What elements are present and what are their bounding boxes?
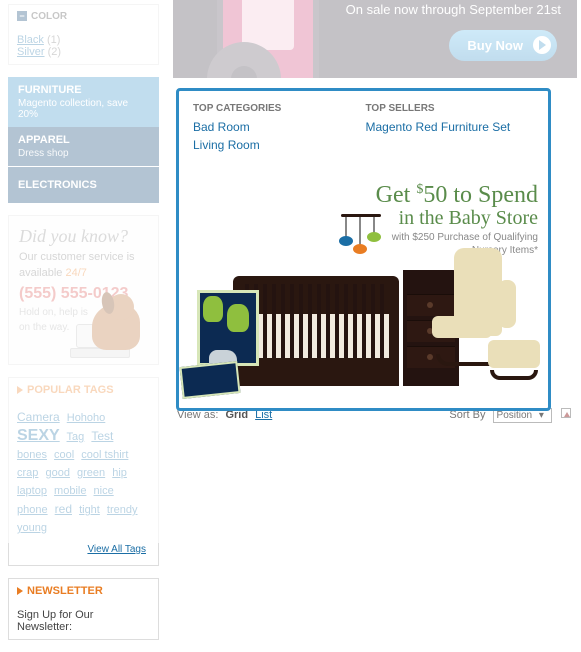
did-you-know-block: Did you know? Our customer service is av… [8,215,159,365]
dyk-247: 24/7 [65,267,86,279]
category-link-living-room[interactable]: Living Room [193,138,366,152]
tag-link[interactable]: cool [54,449,74,461]
tag-link[interactable]: green [77,467,105,479]
filter-item-black[interactable]: Black [17,34,44,46]
nav-apparel[interactable]: APPAREL Dress shop [8,127,159,166]
tag-link[interactable]: Tag [67,431,85,443]
tag-link[interactable]: phone [17,504,48,516]
dog-image [74,290,154,360]
filter-item-silver[interactable]: Silver [17,46,45,58]
nav-electronics-title: ELECTRONICS [18,179,149,191]
filter-count: (2) [48,46,61,58]
filter-color-header: COLOR [31,11,67,22]
promo-h2: in the Baby Store [376,207,538,230]
hero-banner: On sale now through September 21st Buy N… [173,0,577,78]
tag-link[interactable]: mobile [54,485,86,497]
category-nav: FURNITURE Magento collection, save 20% A… [8,77,159,203]
tag-link[interactable]: Camera [17,410,60,424]
tag-link[interactable]: laptop [17,485,47,497]
newsletter-line: Sign Up for Our Newsletter: [9,603,158,639]
tag-link[interactable]: nice [94,485,114,497]
baby-store-promo[interactable]: Get $50 to Spend in the Baby Store with … [187,170,540,400]
seller-link-magento-red[interactable]: Magento Red Furniture Set [366,120,539,134]
newsletter-header: NEWSLETTER [27,585,103,597]
category-link-bad-room[interactable]: Bad Room [193,120,366,134]
filter-color-block: −COLOR Black (1) Silver (2) [8,4,159,65]
nav-furniture-sub: Magento collection, save 20% [18,98,149,120]
tag-link[interactable]: red [55,502,72,516]
popular-tags-header: POPULAR TAGS [27,384,114,396]
tag-link[interactable]: cool tshirt [81,449,128,461]
tag-link[interactable]: tight [79,504,100,516]
popular-tags-block: POPULAR TAGS Camera Hohoho SEXY Tag Test… [8,377,159,566]
arrow-icon [17,587,23,595]
dyk-available: available [19,267,65,279]
glider-chair-image [418,236,536,386]
nav-apparel-title: APPAREL [18,134,149,146]
newsletter-block: NEWSLETTER Sign Up for Our Newsletter: [8,578,159,640]
sort-direction-button[interactable] [561,408,571,418]
nav-electronics[interactable]: ELECTRONICS [8,167,159,203]
tag-link[interactable]: crap [17,467,38,479]
chevron-down-icon: ▾ [539,410,544,421]
furniture-mega-menu: TOP CATEGORIES Bad Room Living Room TOP … [176,88,551,411]
tag-link[interactable]: good [45,467,69,479]
buy-now-button[interactable]: Buy Now [449,30,557,61]
nav-apparel-sub: Dress shop [18,148,149,159]
tag-link[interactable]: SEXY [17,427,60,444]
nav-furniture[interactable]: FURNITURE Magento collection, save 20% [8,77,159,127]
view-all-tags-link[interactable]: View All Tags [17,541,146,559]
top-sellers-label: TOP SELLERS [366,103,539,114]
filter-count: (1) [47,34,60,46]
top-categories-label: TOP CATEGORIES [193,103,366,114]
arrow-icon [17,386,23,394]
dyk-title: Did you know? [19,226,148,247]
nav-furniture-title: FURNITURE [18,84,149,96]
collapse-icon[interactable]: − [17,11,27,21]
tag-link[interactable]: trendy [107,504,138,516]
banner-text: On sale now through September 21st [346,2,561,17]
tag-link[interactable]: young [17,522,47,534]
tag-link[interactable]: hip [112,467,127,479]
dyk-line1: Our customer service is [19,251,148,263]
tag-link[interactable]: Hohoho [67,412,106,424]
play-icon [533,36,551,54]
tag-link[interactable]: bones [17,449,47,461]
tag-link[interactable]: Test [91,429,113,443]
bedding-set-image [181,280,277,396]
